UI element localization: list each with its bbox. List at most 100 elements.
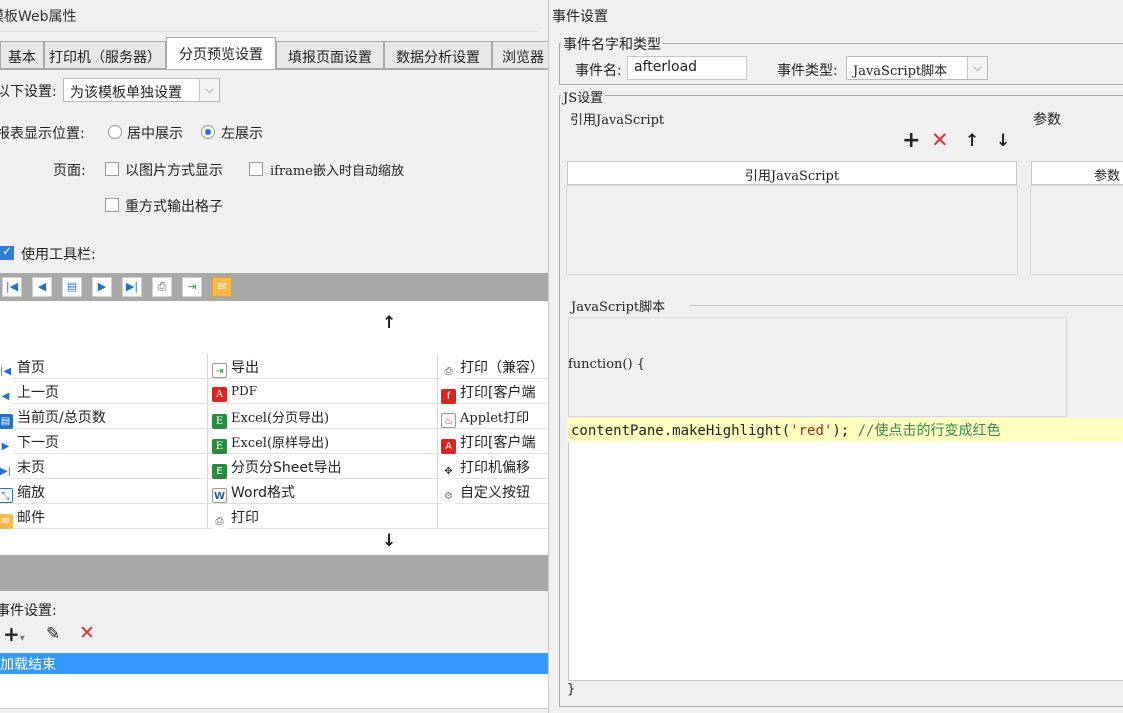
group-title: 事件名字和类型 xyxy=(561,34,663,54)
item-label: 邮件 xyxy=(17,510,45,526)
tab-browser[interactable]: 浏览器 xyxy=(492,41,548,69)
radio-left[interactable] xyxy=(201,125,215,139)
button-page-count[interactable]: ▤ 当前页/总页数 xyxy=(0,404,203,429)
settings-combo[interactable]: 为该模板单独设置 ⌵ xyxy=(63,78,220,102)
first-page-icon[interactable]: |◀ xyxy=(2,277,22,297)
function-header: function() { xyxy=(568,357,645,372)
code-editor[interactable] xyxy=(568,418,1123,681)
first-page-icon: |◀ xyxy=(0,364,13,379)
add-icon[interactable]: + xyxy=(902,128,920,153)
mail-icon[interactable]: ✉ xyxy=(212,277,232,297)
button-print-compat[interactable]: ⎙ 打印（兼容） xyxy=(441,354,548,379)
web-properties-panel: 模板Web属性 基本 打印机（服务器） 分页预览设置 填报页面设置 数据分析设置… xyxy=(0,0,548,713)
add-icon[interactable]: +▾ xyxy=(3,622,25,646)
last-page-icon[interactable]: ▶| xyxy=(122,277,142,297)
button-excel-page[interactable]: E Excel(分页导出) xyxy=(212,404,434,429)
list-item[interactable]: 加载结束 xyxy=(0,653,548,674)
script-label: JavaScript脚本 xyxy=(569,296,668,315)
applet-icon: ♨ xyxy=(441,413,456,428)
divider-band xyxy=(0,555,548,591)
excel-icon: E xyxy=(212,414,227,429)
button-pdf[interactable]: A PDF xyxy=(212,379,434,404)
chevron-down-icon: ⌵ xyxy=(199,79,219,101)
button-zoom[interactable]: ⤡ 缩放 xyxy=(0,479,203,504)
radio-center[interactable] xyxy=(108,125,122,139)
prev-page-icon: ◀ xyxy=(0,389,13,404)
button-first-page[interactable]: |◀ 首页 xyxy=(0,354,203,379)
event-type-value: JavaScript脚本 xyxy=(853,64,948,79)
button-mail[interactable]: ✉ 邮件 xyxy=(0,504,203,529)
button-printer-offset[interactable]: ✥ 打印机偏移 xyxy=(441,454,548,479)
event-list: 加载结束 xyxy=(0,653,548,709)
event-name-input[interactable]: afterload xyxy=(627,56,747,80)
button-prev-page[interactable]: ◀ 上一页 xyxy=(0,379,203,404)
arrow-down-icon[interactable]: ↓ xyxy=(382,531,396,551)
item-label: 自定义按钮 xyxy=(460,485,530,501)
button-word[interactable]: W Word格式 xyxy=(212,479,434,504)
tab-page-preview[interactable]: 分页预览设置 xyxy=(166,37,276,70)
arrow-up-icon[interactable]: ↑ xyxy=(382,313,396,333)
button-custom[interactable]: ⚙ 自定义按钮 xyxy=(441,479,548,504)
tab-label: 基本 xyxy=(8,50,36,66)
button-export[interactable]: ⇥ 导出 xyxy=(212,354,434,379)
item-label: 分页分Sheet导出 xyxy=(231,460,342,476)
item-label: 上一页 xyxy=(17,385,59,401)
button-next-page[interactable]: ▶ 下一页 xyxy=(0,429,203,454)
code-text-end: ); xyxy=(832,423,858,439)
code-text: contentPane.makeHighlight( xyxy=(571,423,791,439)
item-label: 导出 xyxy=(231,360,259,376)
button-print-client-pdf[interactable]: A 打印[客户端 xyxy=(441,429,548,454)
last-page-icon: ▶| xyxy=(0,464,13,479)
button-sheet-export[interactable]: E 分页分Sheet导出 xyxy=(212,454,434,479)
tab-fill-page[interactable]: 填报页面设置 xyxy=(276,41,384,69)
ref-js-table[interactable] xyxy=(566,185,1018,275)
available-buttons-list: ↑ |◀ 首页 ⇥ 导出 ⎙ 打印（兼容） ◀ 上一页 A PDF f 打印[客户端 ▤ 当前… xyxy=(0,301,548,554)
ref-js-table-header[interactable]: 引用JavaScript xyxy=(567,161,1017,185)
page-label: 页面: xyxy=(53,163,86,179)
toolbar-preview: |◀ ◀ ▤ ▶ ▶| ⎙ ⇥ ✉ xyxy=(0,273,548,301)
item-label: 打印（兼容） xyxy=(460,360,544,376)
pdf-print-icon: A xyxy=(441,439,456,454)
radio-center-label: 居中展示 xyxy=(127,126,183,142)
event-type-select[interactable]: JavaScript脚本 ⌵ xyxy=(846,56,988,80)
button-print[interactable]: ⎙ 打印 xyxy=(212,504,434,529)
tab-label: 分页预览设置 xyxy=(179,47,263,63)
excel-icon: E xyxy=(212,439,227,454)
tab-data-analysis[interactable]: 数据分析设置 xyxy=(384,41,492,69)
checkbox-output-grid[interactable] xyxy=(105,198,119,212)
word-icon: W xyxy=(212,488,227,503)
item-label: 打印[客户端 xyxy=(460,385,536,401)
tab-printer-server[interactable]: 打印机（服务器） xyxy=(44,41,166,69)
flash-print-icon: f xyxy=(441,389,456,404)
list-item: ▶ 下一页 E Excel(原样导出) A 打印[客户端 xyxy=(0,429,548,454)
dialog-title: 事件设置 xyxy=(552,9,608,25)
delete-icon[interactable]: ✕ xyxy=(931,128,949,152)
button-last-page[interactable]: ▶| 末页 xyxy=(0,454,203,479)
params-table[interactable] xyxy=(1030,185,1123,275)
print-icon: ⎙ xyxy=(212,514,227,529)
checkbox-use-toolbar[interactable] xyxy=(0,244,14,260)
move-down-icon[interactable]: ↓ xyxy=(996,131,1010,151)
delete-icon[interactable]: ✕ xyxy=(79,622,95,644)
print-icon[interactable]: ⎙ xyxy=(152,277,172,297)
export-icon[interactable]: ⇥ xyxy=(182,277,202,297)
print-icon: ⎙ xyxy=(441,364,456,379)
params-table-header[interactable]: 参数 xyxy=(1031,161,1123,185)
button-applet-print[interactable]: ♨ Applet打印 xyxy=(441,404,548,429)
item-label: 末页 xyxy=(17,460,45,476)
list-item: ✉ 邮件 ⎙ 打印 xyxy=(0,504,548,529)
event-settings-label: 事件设置: xyxy=(0,603,57,619)
item-label: 首页 xyxy=(17,360,45,376)
page-count-icon[interactable]: ▤ xyxy=(62,277,82,297)
next-page-icon[interactable]: ▶ xyxy=(92,277,112,297)
checkbox-iframe-scale[interactable] xyxy=(249,162,263,176)
prev-page-icon[interactable]: ◀ xyxy=(32,277,52,297)
move-up-icon[interactable]: ↑ xyxy=(965,131,979,151)
checkbox-image-mode[interactable] xyxy=(105,162,119,176)
code-line-highlight[interactable]: contentPane.makeHighlight('red'); //使点击的… xyxy=(567,418,1123,442)
edit-icon[interactable]: ✎ xyxy=(46,624,60,644)
button-print-client[interactable]: f 打印[客户端 xyxy=(441,379,548,404)
button-excel-original[interactable]: E Excel(原样导出) xyxy=(212,429,434,454)
checkbox-image-mode-label: 以图片方式显示 xyxy=(125,163,223,179)
tab-basic[interactable]: 基本 xyxy=(0,41,44,69)
